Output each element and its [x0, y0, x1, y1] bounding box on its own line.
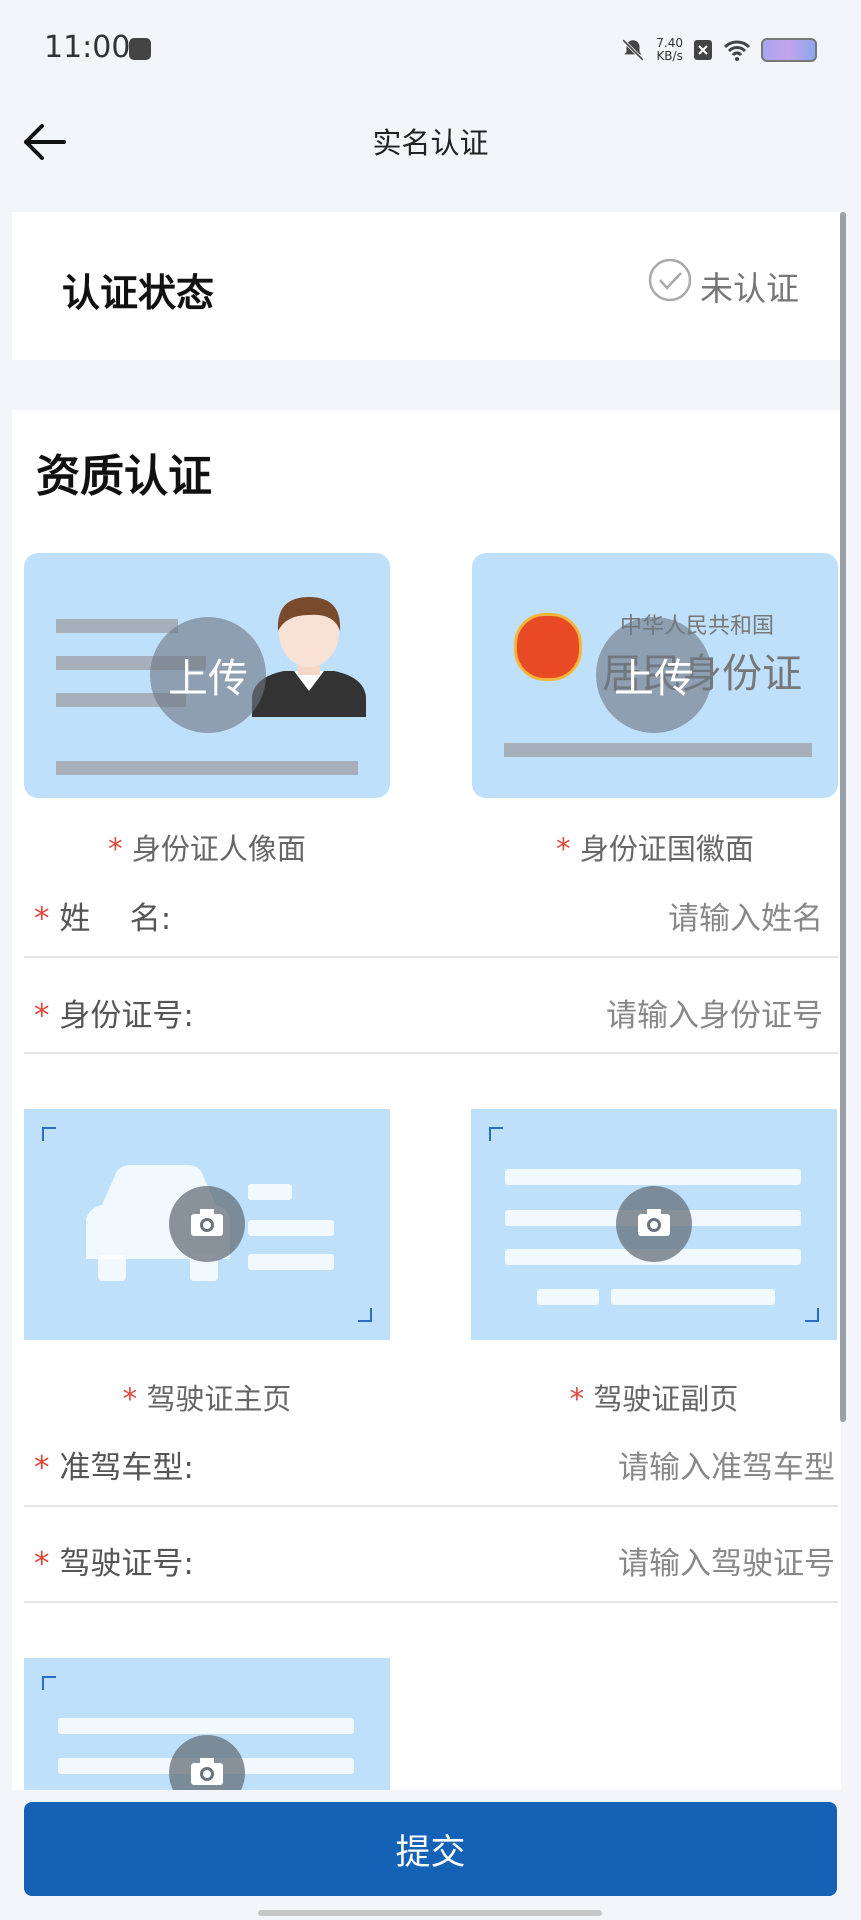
- license-sub-caption: * 驾驶证副页: [569, 1382, 739, 1416]
- divider: [24, 1601, 838, 1603]
- id-back-upload[interactable]: 中华人民共和国 居民身份证 上传: [472, 553, 838, 798]
- license-main-caption: * 驾驶证主页: [122, 1382, 292, 1416]
- corner-mark: [358, 1308, 372, 1322]
- license-number-input[interactable]: 请输入驾驶证号: [618, 1538, 835, 1583]
- status-time: 11:00: [44, 30, 131, 65]
- camera-icon[interactable]: [169, 1186, 245, 1262]
- id-number-input[interactable]: 请输入身份证号: [606, 990, 823, 1035]
- divider: [24, 956, 838, 958]
- license-sub-upload[interactable]: [471, 1109, 837, 1340]
- id-line: [504, 743, 812, 757]
- auth-status-label: 认证状态: [62, 271, 215, 315]
- camera-icon[interactable]: [169, 1735, 245, 1790]
- id-front-upload[interactable]: 上传: [24, 553, 390, 798]
- name-label: * 姓 名:: [34, 901, 172, 937]
- status-icons: 7.40 KB/s: [620, 30, 817, 70]
- license-line: [58, 1718, 354, 1734]
- upload-button[interactable]: 上传: [596, 617, 712, 733]
- wifi-icon: [723, 40, 751, 61]
- id-line: [56, 761, 358, 775]
- divider: [24, 1505, 838, 1507]
- national-emblem-icon: [514, 613, 582, 681]
- id-front-caption: * 身份证人像面: [108, 832, 306, 866]
- message-icon: [129, 38, 151, 60]
- divider: [24, 1052, 838, 1054]
- id-back-caption: * 身份证国徽面: [556, 832, 754, 866]
- section-title: 资质认证: [36, 451, 212, 502]
- net-speed: 7.40 KB/s: [656, 36, 683, 63]
- portrait-icon: [252, 597, 366, 717]
- corner-mark: [42, 1127, 56, 1141]
- page-title: 实名认证: [372, 126, 489, 160]
- sim-off-icon: [694, 40, 712, 60]
- auth-status-value: 未认证: [700, 269, 799, 308]
- mute-icon: [622, 39, 645, 61]
- name-input[interactable]: 请输入姓名: [668, 893, 823, 938]
- home-indicator[interactable]: [258, 1910, 602, 1916]
- license-number-label: * 驾驶证号:: [34, 1546, 194, 1582]
- upload-button[interactable]: 上传: [150, 617, 266, 733]
- license-main-upload[interactable]: [24, 1109, 390, 1340]
- id-number-label: * 身份证号:: [34, 998, 194, 1034]
- license-line: [248, 1220, 334, 1236]
- corner-mark: [42, 1676, 56, 1690]
- vehicle-type-label: * 准驾车型:: [34, 1450, 194, 1486]
- license-line: [248, 1184, 292, 1200]
- vehicle-type-input[interactable]: 请输入准驾车型: [618, 1442, 835, 1487]
- corner-mark: [489, 1127, 503, 1141]
- id-line: [56, 619, 178, 633]
- battery-icon: [761, 38, 817, 62]
- extra-photo-upload[interactable]: [24, 1658, 390, 1790]
- scrollbar[interactable]: [840, 212, 846, 1422]
- license-line: [611, 1289, 775, 1305]
- submit-button[interactable]: 提交: [24, 1802, 837, 1896]
- check-circle-icon: [648, 258, 692, 302]
- camera-icon[interactable]: [616, 1186, 692, 1262]
- corner-mark: [805, 1308, 819, 1322]
- license-line: [537, 1289, 599, 1305]
- license-line: [505, 1169, 801, 1185]
- license-line: [248, 1254, 334, 1270]
